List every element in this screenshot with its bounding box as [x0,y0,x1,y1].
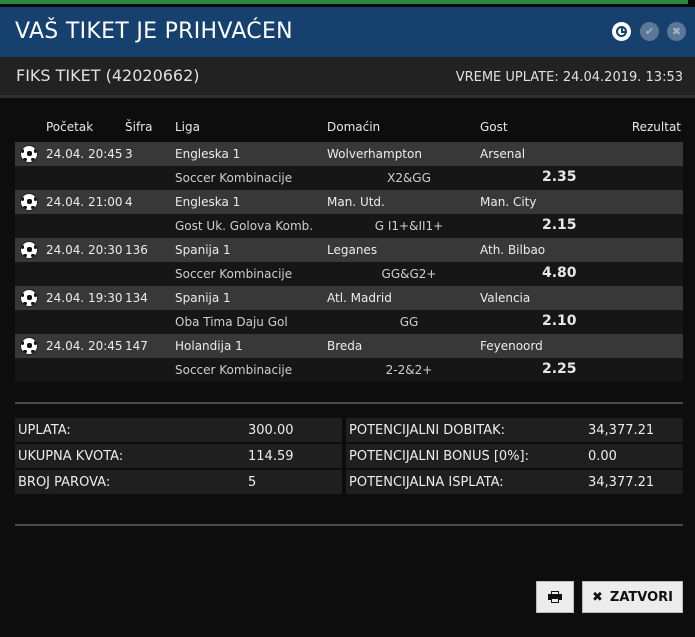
table-row: 24.04. 20:45 3 Engleska 1 Wolverhampton Arse… [15,142,683,166]
dialog-title: VAŠ TIKET JE PRIHVAĆEN [15,19,293,44]
soccer-ball-icon [20,145,38,163]
ticket-subheader: FIKS TIKET (42020662) VREME UPLATE: 24.0… [0,57,695,95]
bet-type: Soccer Kombinacije [175,267,293,281]
match-start: 24.04. 21:00 [46,195,123,209]
match-league: Spanija 1 [175,291,231,305]
away-team: Feyenoord [480,339,543,353]
table-header: Početak Šifra Liga Domaćin Gost Rezultat [15,116,683,142]
bet-pick: X2&GG [387,171,431,185]
total-odds-label: UKUPNA KVOTA: [18,449,124,464]
match-start: 24.04. 20:45 [46,147,123,161]
col-away: Gost [480,120,508,134]
table-row: 24.04. 19:30 134 Spanija 1 Atl. Madrid Valen… [15,286,683,310]
payout-label: POTENCIJALNA ISPLATA: [349,475,504,490]
payout-value: 34,377.21 [588,475,655,490]
summary-row: UKUPNA KVOTA: 114.59 POTENCIJALNI BONUS [… [15,444,683,468]
summary-bottom-divider [15,524,683,526]
bonus-label: POTENCIJALNI BONUS [0%]: [349,449,529,464]
ticket-table: Početak Šifra Liga Domaćin Gost Rezultat… [15,116,683,382]
print-button[interactable] [536,581,574,613]
bet-type: Gost Uk. Golova Komb. [175,219,314,233]
dialog-header: VAŠ TIKET JE PRIHVAĆEN ✔ ✖ [0,7,695,57]
payment-time: VREME UPLATE: 24.04.2019. 13:53 [455,70,683,85]
match-league: Holandija 1 [175,339,243,353]
summary-row: BROJ PAROVA: 5 POTENCIJALNA ISPLATA: 34,37… [15,470,683,494]
stake-label: UPLATA: [18,423,71,438]
bet-pick: G I1+&II1+ [374,219,444,233]
table-row: Soccer Kombinacije 2-2&2+ 2.25 [15,358,683,382]
match-code: 134 [125,291,148,305]
ticket-id: FIKS TIKET (42020662) [16,66,200,85]
bet-odd: 2.15 [542,217,577,233]
col-league: Liga [175,120,200,134]
clock-icon[interactable] [612,22,631,41]
home-team: Wolverhampton [327,147,422,161]
top-accent-bar [0,0,688,4]
top-strip [0,0,695,7]
soccer-ball-icon [20,193,38,211]
away-team: Arsenal [480,147,526,161]
table-row: 24.04. 20:45 147 Holandija 1 Breda Feyenoord [15,334,683,358]
col-result: Rezultat [631,120,681,134]
potential-win-value: 34,377.21 [588,423,655,438]
table-row: Soccer Kombinacije GG&G2+ 4.80 [15,262,683,286]
table-row: 24.04. 20:30 136 Spanija 1 Leganes Ath. Bilb… [15,238,683,262]
bonus-value: 0.00 [588,449,617,464]
soccer-ball-icon [20,241,38,259]
match-league: Engleska 1 [175,195,241,209]
table-row: Oba Tima Daju Gol GG 2.10 [15,310,683,334]
table-body: 24.04. 20:45 3 Engleska 1 Wolverhampton Arse… [15,142,683,382]
home-team: Man. Utd. [327,195,385,209]
potential-win-label: POTENCIJALNI DOBITAK: [349,423,506,438]
table-row: Gost Uk. Golova Komb. G I1+&II1+ 2.15 [15,214,683,238]
bet-odd: 2.35 [542,169,577,185]
bet-pick: GG&G2+ [381,267,437,281]
match-start: 24.04. 20:45 [46,339,123,353]
bet-pick: 2-2&2+ [385,363,433,377]
close-button-label: ZATVORI [609,589,673,605]
match-league: Engleska 1 [175,147,241,161]
summary-panel: UPLATA: 300.00 POTENCIJALNI DOBITAK: 34,37… [15,418,683,496]
match-code: 147 [125,339,148,353]
total-odds-value: 114.59 [248,449,294,464]
table-row: 24.04. 21:00 4 Engleska 1 Man. Utd. Man. Cit… [15,190,683,214]
close-icon[interactable]: ✖ [667,22,686,41]
away-team: Man. City [480,195,537,209]
away-team: Valencia [480,291,531,305]
away-team: Ath. Bilbao [480,243,546,257]
bet-odd: 4.80 [542,265,577,281]
check-icon[interactable]: ✔ [640,22,659,41]
home-team: Atl. Madrid [327,291,392,305]
bet-pick: GG [399,315,419,329]
subheader-divider [0,95,695,98]
close-button[interactable]: ✖ ZATVORI [582,581,683,613]
summary-row: UPLATA: 300.00 POTENCIJALNI DOBITAK: 34,37… [15,418,683,442]
col-start: Početak [46,120,94,134]
bet-odd: 2.25 [542,361,577,377]
pairs-value: 5 [248,475,257,490]
x-icon: ✖ [592,589,603,605]
pairs-label: BROJ PAROVA: [18,475,111,490]
match-code: 136 [125,243,148,257]
stake-value: 300.00 [248,423,294,438]
match-start: 24.04. 20:30 [46,243,123,257]
bet-type: Oba Tima Daju Gol [175,315,288,329]
match-code: 3 [125,147,133,161]
match-league: Spanija 1 [175,243,231,257]
bet-odd: 2.10 [542,313,577,329]
match-start: 24.04. 19:30 [46,291,123,305]
bet-type: Soccer Kombinacije [175,171,293,185]
bet-type: Soccer Kombinacije [175,363,293,377]
col-code: Šifra [125,120,153,134]
summary-top-divider [15,402,683,404]
soccer-ball-icon [20,289,38,307]
table-row: Soccer Kombinacije X2&GG 2.35 [15,166,683,190]
home-team: Leganes [327,243,378,257]
soccer-ball-icon [20,337,38,355]
match-code: 4 [125,195,133,209]
home-team: Breda [327,339,363,353]
col-home: Domaćin [327,120,381,134]
printer-icon [548,591,562,603]
